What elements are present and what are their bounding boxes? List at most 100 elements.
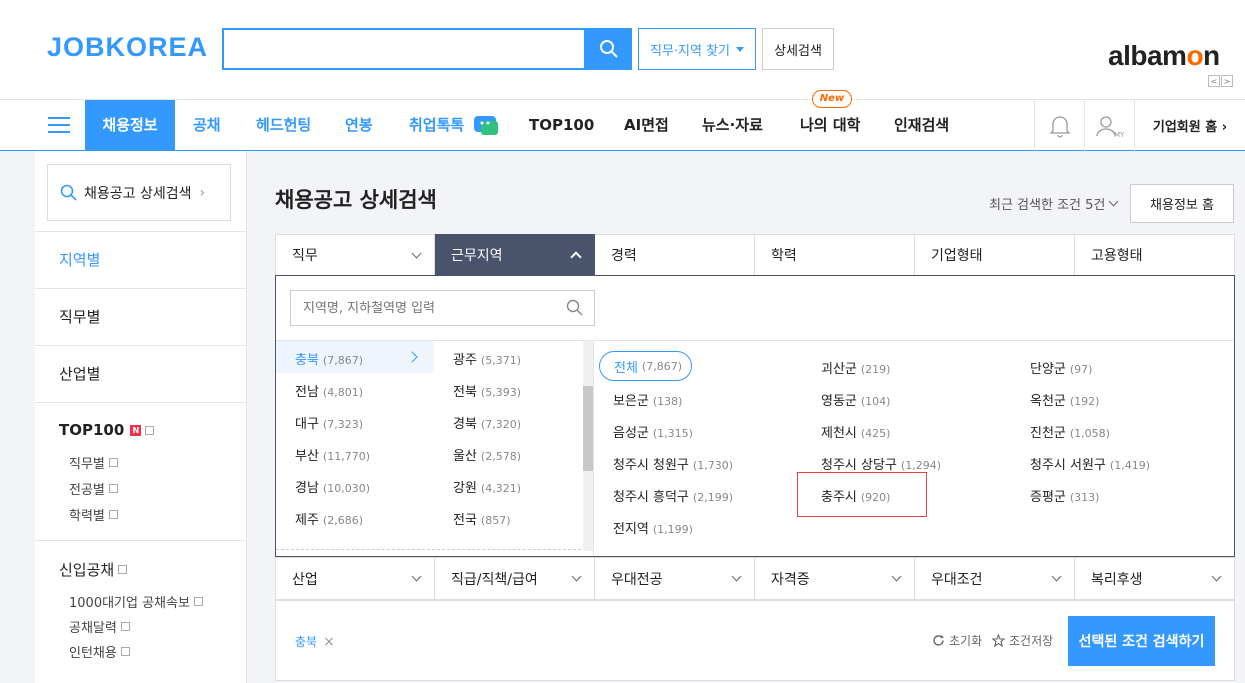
chevron-right-icon[interactable]: > [1221,75,1233,87]
province-item[interactable]: 대구 (7,323) [295,413,363,432]
nav-job-talk[interactable]: 취업톡톡 [409,100,499,151]
province-name: 전남 [295,385,319,400]
tab-work-region[interactable]: 근무지역 [435,234,595,276]
sidebar-item-industry[interactable]: 산업별 [35,345,247,402]
tab-welfare[interactable]: 복리후생 [1075,557,1235,600]
nav-talent-search[interactable]: 인재검색 [894,100,949,151]
page-background [0,151,35,683]
tab-company-type[interactable]: 기업형태 [915,234,1075,276]
district-item[interactable]: 청주시 청원구 (1,730) [613,454,733,473]
sidebar-section-top100: TOP100 N 직무별 전공별 학력별 [35,402,247,540]
district-count: (2,199) [692,491,733,504]
sidebar-top100-title[interactable]: TOP100 N [59,421,155,439]
district-item[interactable]: 옥천군 (192) [1030,390,1099,409]
province-name: 대구 [295,417,319,432]
tab-industry[interactable]: 산업 [275,557,435,600]
search-button[interactable] [586,28,632,70]
search-input[interactable] [224,30,584,68]
nav-salary[interactable]: 연봉 [345,100,373,151]
sidebar-sub-item[interactable]: 전공별 [69,479,118,498]
chevron-left-icon[interactable]: < [1208,75,1220,87]
menu-icon[interactable] [48,117,70,133]
nav-public-recruit[interactable]: 공채 [193,100,221,151]
nav-top100[interactable]: TOP100 [529,100,594,151]
province-item[interactable]: 강원 (4,321) [453,477,521,496]
province-item[interactable]: 경북 (7,320) [453,413,521,432]
sidebar-sub-label: 1000대기업 공채속보 [69,596,190,611]
search-box[interactable] [222,28,586,70]
province-item[interactable]: 울산 (2,578) [453,445,521,464]
tab-job[interactable]: 직무 [275,234,435,276]
corporate-home-link[interactable]: 기업회원 홈 › [1134,100,1245,151]
nav-news[interactable]: 뉴스·자료 [702,100,763,151]
sidebar-sub-item[interactable]: 인턴채용 [69,642,130,661]
province-item[interactable]: 충북 (7,867) [295,349,363,368]
job-region-find-button[interactable]: 직무·지역 찾기 [638,28,756,70]
nav-ai-interview[interactable]: AI면접 [624,100,669,151]
my-page-button[interactable]: MY [1084,100,1134,151]
recruit-home-button[interactable]: 채용정보 홈 [1130,184,1234,223]
detail-search-button[interactable]: 상세검색 [762,28,834,70]
sidebar-sub-item[interactable]: 직무별 [69,453,118,472]
close-icon[interactable]: × [323,634,335,650]
nav-recruit-info[interactable]: 채용정보 [85,100,175,151]
province-item[interactable]: 광주 (5,371) [453,349,521,368]
district-item[interactable]: 전지역 (1,199) [613,518,693,537]
tab-employment-type[interactable]: 고용형태 [1075,234,1235,276]
sidebar-section-newcomer: 신입공채 1000대기업 공채속보 공채달력 인턴채용 [35,540,247,683]
tab-career[interactable]: 경력 [595,234,755,276]
albamon-logo[interactable]: albamon [1108,40,1220,72]
nav-headhunting[interactable]: 헤드헌팅 [256,100,311,151]
tab-position-salary[interactable]: 직급/직책/급여 [435,557,595,600]
district-item[interactable]: 괴산군 (219) [821,358,890,377]
district-item[interactable]: 청주시 상당구 (1,294) [821,454,941,473]
province-item[interactable]: 부산 (11,770) [295,445,370,464]
province-item[interactable]: 전남 (4,801) [295,381,363,400]
region-search-box[interactable] [290,290,595,326]
district-item[interactable]: 증평군 (313) [1030,486,1099,505]
district-item[interactable]: 제천시 (425) [821,422,890,441]
sidebar-newcomer-title[interactable]: 신입공채 [59,559,128,580]
district-item[interactable]: 청주시 서원구 (1,419) [1030,454,1150,473]
district-name: 청주시 청원구 [613,458,689,473]
sidebar-sub-label: 공채달력 [69,621,117,636]
sidebar-sub-label: 전공별 [69,483,105,498]
sidebar-top100-label: TOP100 [59,421,125,439]
province-item[interactable]: 전북 (5,393) [453,381,521,400]
district-item[interactable]: 단양군 (97) [1030,358,1092,377]
sidebar-sub-item[interactable]: 공채달력 [69,617,130,636]
sidebar-item-region[interactable]: 지역별 [35,231,247,288]
district-item[interactable]: 보은군 (138) [613,390,682,409]
district-item[interactable]: 영동군 (104) [821,390,890,409]
region-search-input[interactable] [303,300,566,316]
sidebar-sub-item[interactable]: 1000대기업 공채속보 [69,592,203,611]
tab-education[interactable]: 학력 [755,234,915,276]
search-icon[interactable] [566,299,584,317]
district-all-chip[interactable]: 전체 (7,867) [599,351,692,381]
district-item[interactable]: 진천군 (1,058) [1030,422,1110,441]
new-window-icon [120,622,130,631]
recent-search-dropdown[interactable]: 최근 검색한 조건 5건 [989,194,1119,213]
sidebar-sub-item[interactable]: 학력별 [69,505,118,524]
notification-button[interactable] [1034,100,1084,151]
province-item[interactable]: 전국 (857) [453,509,511,528]
save-condition-button[interactable]: 조건저장 [992,632,1053,649]
tab-label: 우대조건 [931,571,983,588]
tab-preferred-major[interactable]: 우대전공 [595,557,755,600]
tab-preferred-condition[interactable]: 우대조건 [915,557,1075,600]
district-item[interactable]: 청주시 흥덕구 (2,199) [613,486,733,505]
province-item[interactable]: 제주 (2,686) [295,509,363,528]
jobkorea-logo[interactable]: JOBKOREA [47,32,208,63]
scrollbar-thumb[interactable] [583,386,593,471]
reset-button[interactable]: 초기화 [932,632,982,649]
sidebar-detail-search[interactable]: 채용공고 상세검색 › [47,164,231,221]
nav-my-university[interactable]: 나의 대학 [800,100,860,151]
tab-certificate[interactable]: 자격증 [755,557,915,600]
district-item[interactable]: 음성군 (1,315) [613,422,693,441]
search-icon [60,184,77,201]
sidebar-item-job[interactable]: 직무별 [35,288,247,345]
province-item[interactable]: 경남 (10,030) [295,477,370,496]
search-selected-conditions-button[interactable]: 선택된 조건 검색하기 [1068,616,1215,666]
province-count: (7,867) [322,354,363,367]
sidebar-sub-label: 인턴채용 [69,646,117,661]
